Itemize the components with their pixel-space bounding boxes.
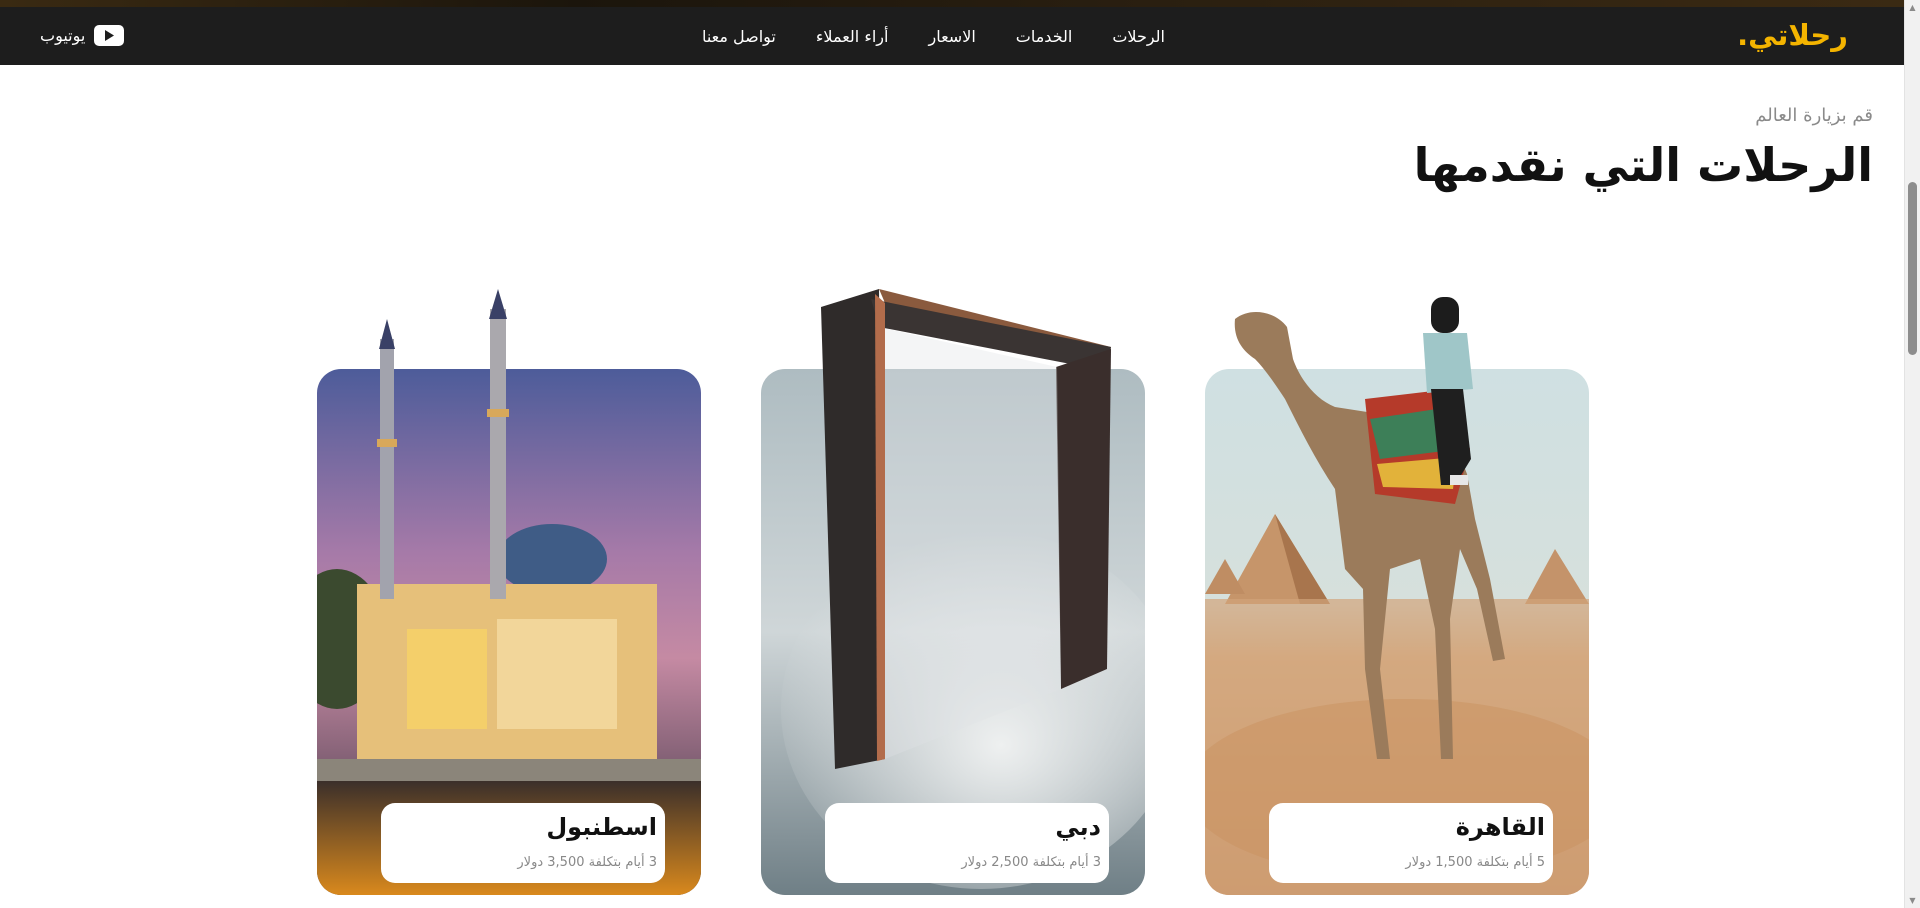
section-title: الرحلات التي نقدمها bbox=[1413, 138, 1873, 192]
trip-details: 5 أيام بتكلفة 1,500 دولار bbox=[1405, 855, 1545, 870]
nav-link-trips[interactable]: الرحلات bbox=[1112, 27, 1165, 46]
trip-card-istanbul[interactable]: اسطنبول 3 أيام بتكلفة 3,500 دولار bbox=[317, 289, 701, 895]
nav-link-contact[interactable]: تواصل معنا bbox=[702, 27, 776, 46]
main-nav: الرحلات الخدمات الاسعار أراء العملاء توا… bbox=[702, 7, 1165, 65]
navbar: رحلاتي. الرحلات الخدمات الاسعار أراء الع… bbox=[0, 7, 1905, 65]
youtube-icon bbox=[94, 24, 125, 46]
trip-caption: القاهرة 5 أيام بتكلفة 1,500 دولار bbox=[1269, 803, 1553, 883]
nav-link-prices[interactable]: الاسعار bbox=[928, 27, 975, 46]
site-logo[interactable]: رحلاتي. bbox=[1737, 15, 1848, 55]
scroll-down-arrow-icon[interactable]: ▼ bbox=[1908, 896, 1917, 905]
trip-card-cairo[interactable]: القاهرة 5 أيام بتكلفة 1,500 دولار bbox=[1205, 289, 1589, 895]
trip-caption: اسطنبول 3 أيام بتكلفة 3,500 دولار bbox=[381, 803, 665, 883]
nav-link-testimonials[interactable]: أراء العملاء bbox=[816, 27, 889, 46]
youtube-link[interactable]: يوتيوب bbox=[40, 20, 125, 50]
trip-details: 3 أيام بتكلفة 3,500 دولار bbox=[517, 855, 657, 870]
trip-name: دبي bbox=[1055, 813, 1101, 841]
trip-details: 3 أيام بتكلفة 2,500 دولار bbox=[961, 855, 1101, 870]
page-scrollbar[interactable]: ▲ ▼ bbox=[1904, 0, 1920, 908]
trip-name: اسطنبول bbox=[546, 813, 657, 841]
scroll-up-arrow-icon[interactable]: ▲ bbox=[1908, 3, 1917, 12]
top-hero-strip bbox=[0, 0, 1920, 7]
section-subtitle: قم بزيارة العالم bbox=[1755, 105, 1873, 126]
scrollbar-thumb[interactable] bbox=[1908, 182, 1917, 355]
nav-link-services[interactable]: الخدمات bbox=[1016, 27, 1073, 46]
trip-card-dubai[interactable]: دبي 3 أيام بتكلفة 2,500 دولار bbox=[761, 289, 1145, 895]
trip-caption: دبي 3 أيام بتكلفة 2,500 دولار bbox=[825, 803, 1109, 883]
trip-name: القاهرة bbox=[1455, 813, 1545, 841]
youtube-label: يوتيوب bbox=[40, 25, 86, 45]
